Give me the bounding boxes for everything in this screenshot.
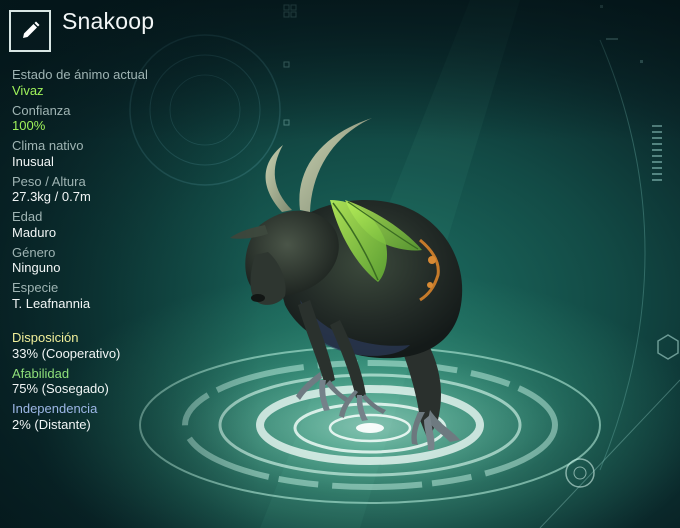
stat-label: Edad: [12, 209, 43, 224]
stat-value: Maduro: [12, 224, 57, 240]
trait-label: Afabilidad: [12, 365, 70, 381]
trait-value: 2% (Distante): [12, 416, 91, 432]
edit-name-button[interactable]: [9, 10, 51, 52]
stat-trust: Confianza 100%: [12, 103, 232, 135]
stat-gender: Género Ninguno: [12, 245, 232, 277]
trait-affability: Afabilidad 75% (Sosegado): [12, 366, 232, 398]
stat-label: Especie: [12, 280, 59, 295]
creature-name: Snakoop: [62, 8, 155, 34]
creature-stats: Estado de ánimo actual Vivaz Confianza 1…: [12, 67, 232, 316]
stat-label: Estado de ánimo actual: [12, 67, 148, 82]
stat-value: 100%: [12, 118, 46, 133]
stat-age: Edad Maduro: [12, 209, 232, 241]
stat-value: T. Leafnannia: [12, 295, 91, 311]
stat-label: Género: [12, 244, 56, 260]
hud-squares: [283, 4, 297, 126]
trait-label: Disposición: [12, 330, 79, 345]
stat-value: Vivaz: [12, 82, 44, 98]
trait-value: 75% (Sosegado): [12, 381, 109, 396]
stat-value: 27.3kg / 0.7m: [12, 189, 91, 204]
hud-ticks: [652, 125, 662, 181]
hud-line: [539, 379, 680, 528]
stat-mood: Estado de ánimo actual Vivaz: [12, 67, 232, 99]
pencil-icon: [23, 21, 40, 38]
creature-traits: Disposición 33% (Cooperativo) Afabilidad…: [12, 330, 232, 437]
stat-weight-height: Peso / Altura 27.3kg / 0.7m: [12, 174, 232, 206]
stat-value: Ninguno: [12, 260, 61, 275]
stat-label: Confianza: [12, 102, 71, 118]
trait-independence: Independencia 2% (Distante): [12, 401, 232, 433]
hexagon-icon: [657, 334, 679, 360]
stat-value: Inusual: [12, 153, 54, 169]
trait-label: Independencia: [12, 401, 98, 416]
trait-value: 33% (Cooperativo): [12, 345, 121, 361]
stat-species: Especie T. Leafnannia: [12, 280, 232, 312]
stat-native-climate: Clima nativo Inusual: [12, 138, 232, 170]
trait-disposition: Disposición 33% (Cooperativo): [12, 330, 232, 362]
hud-arc: [599, 39, 646, 471]
stat-label: Clima nativo: [12, 138, 84, 153]
stat-label: Peso / Altura: [12, 173, 86, 189]
